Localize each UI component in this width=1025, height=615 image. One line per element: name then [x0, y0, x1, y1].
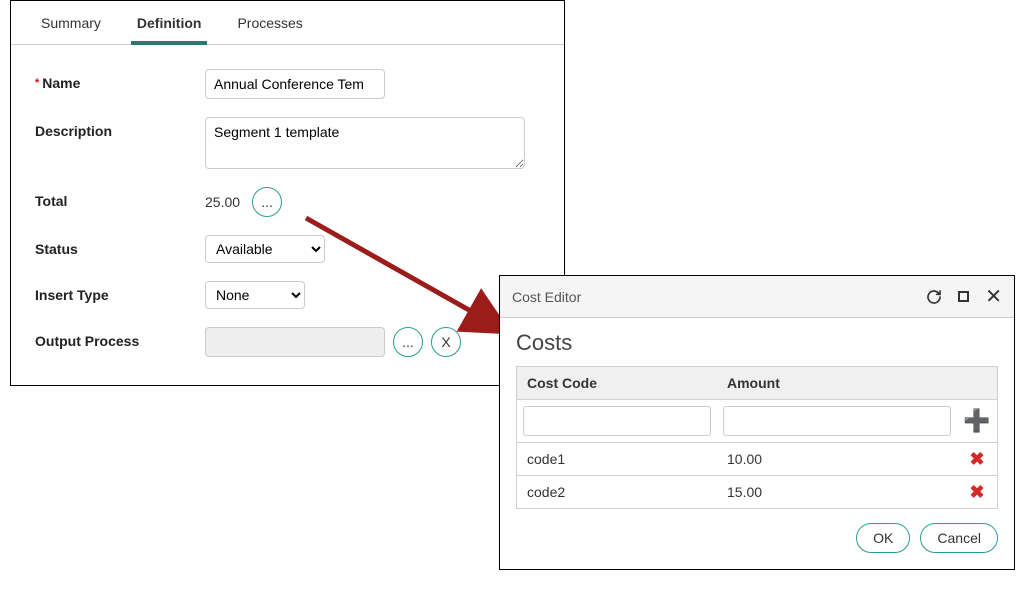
- status-select[interactable]: Available: [205, 235, 325, 263]
- row-name: * Name: [35, 69, 540, 99]
- cell-amount: 10.00: [717, 443, 957, 475]
- description-input[interactable]: Segment 1 template: [205, 117, 525, 169]
- cost-editor-dialog: Cost Editor ✕ Costs Cost Code Amount ➕ c…: [499, 275, 1015, 570]
- definition-panel: Summary Definition Processes * Name Desc…: [10, 0, 565, 386]
- row-output-process: Output Process ... X: [35, 327, 540, 357]
- refresh-icon[interactable]: [926, 289, 942, 305]
- total-edit-button[interactable]: ...: [252, 187, 282, 217]
- required-asterisk: *: [35, 77, 39, 89]
- cell-amount: 15.00: [717, 476, 957, 508]
- add-row-icon[interactable]: ➕: [963, 410, 990, 432]
- row-description: Description Segment 1 template: [35, 117, 540, 169]
- new-cost-amount-input[interactable]: [723, 406, 951, 436]
- tab-processes[interactable]: Processes: [231, 1, 308, 44]
- new-cost-code-input[interactable]: [523, 406, 711, 436]
- total-label: Total: [35, 187, 205, 209]
- col-header-code: Cost Code: [517, 367, 717, 399]
- dialog-controls: ✕: [926, 284, 1002, 309]
- col-header-amount: Amount: [717, 367, 957, 399]
- row-insert-type: Insert Type None: [35, 281, 540, 309]
- ok-button[interactable]: OK: [856, 523, 910, 553]
- grid-new-row: ➕: [517, 400, 997, 443]
- insert-type-label: Insert Type: [35, 281, 205, 303]
- tab-definition[interactable]: Definition: [131, 1, 208, 45]
- cancel-button[interactable]: Cancel: [920, 523, 998, 553]
- name-input[interactable]: [205, 69, 385, 99]
- output-process-browse-button[interactable]: ...: [393, 327, 423, 357]
- close-icon[interactable]: ✕: [985, 284, 1002, 309]
- description-label: Description: [35, 117, 205, 139]
- dialog-footer: OK Cancel: [516, 523, 998, 553]
- grid-data-row: code1 10.00 ✖: [517, 443, 997, 476]
- cell-code: code2: [517, 476, 717, 508]
- maximize-icon[interactable]: [958, 291, 969, 302]
- status-label: Status: [35, 235, 205, 257]
- dialog-header: Cost Editor ✕: [500, 276, 1014, 318]
- grid-data-row: code2 15.00 ✖: [517, 476, 997, 508]
- total-value: 25.00: [205, 194, 240, 210]
- dialog-body: Costs Cost Code Amount ➕ code1 10.00 ✖ c…: [500, 318, 1014, 569]
- costs-grid: Cost Code Amount ➕ code1 10.00 ✖ code2 1…: [516, 366, 998, 509]
- dialog-title: Cost Editor: [512, 289, 581, 305]
- delete-row-icon[interactable]: ✖: [969, 450, 984, 468]
- cell-code: code1: [517, 443, 717, 475]
- insert-type-select[interactable]: None: [205, 281, 305, 309]
- row-total: Total 25.00 ...: [35, 187, 540, 217]
- tabs: Summary Definition Processes: [11, 1, 564, 45]
- output-process-input[interactable]: [205, 327, 385, 357]
- delete-row-icon[interactable]: ✖: [969, 483, 984, 501]
- tab-summary[interactable]: Summary: [35, 1, 107, 44]
- costs-heading: Costs: [516, 330, 998, 356]
- definition-form: * Name Description Segment 1 template To…: [11, 45, 564, 385]
- row-status: Status Available: [35, 235, 540, 263]
- name-label: * Name: [35, 69, 205, 91]
- grid-header: Cost Code Amount: [517, 367, 997, 400]
- output-process-clear-button[interactable]: X: [431, 327, 461, 357]
- output-process-label: Output Process: [35, 327, 205, 349]
